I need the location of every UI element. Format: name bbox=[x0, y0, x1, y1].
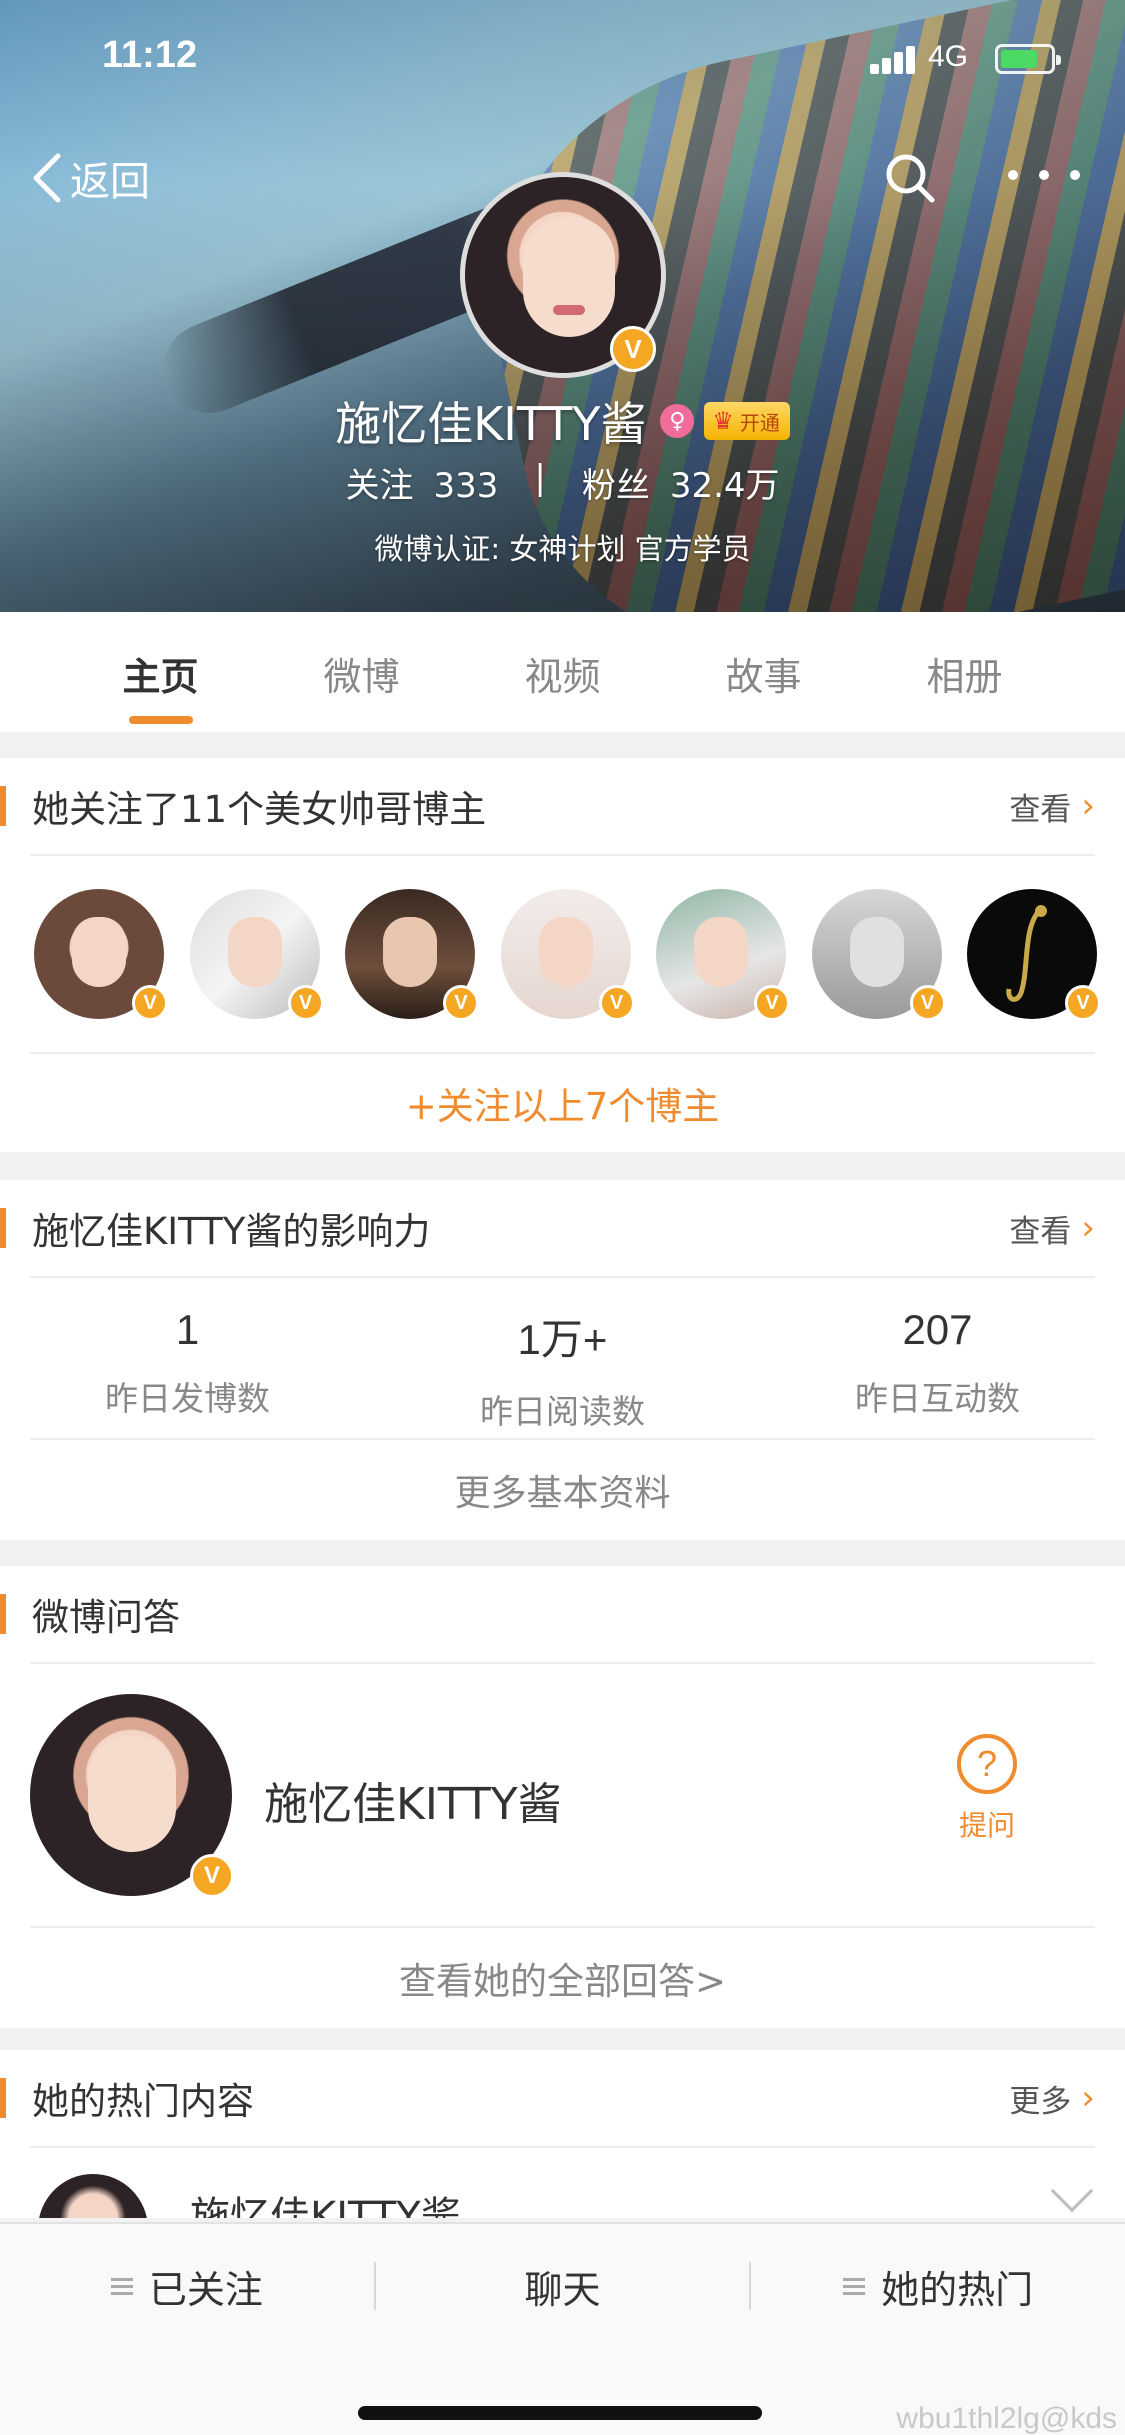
section-title: 她的热门内容 bbox=[32, 2080, 254, 2123]
follow-all-button[interactable]: +关注以上7个博主 bbox=[0, 1054, 1125, 1152]
signal-icon bbox=[870, 44, 920, 74]
qa-avatar[interactable]: ? V bbox=[30, 1694, 234, 1898]
fans-stat[interactable]: 粉丝 32.4万 bbox=[582, 458, 780, 507]
following-count: 333 bbox=[433, 466, 499, 506]
followed-avatar[interactable]: V bbox=[500, 889, 635, 1021]
stat-reads-yesterday: 1万+ 昨日阅读数 bbox=[375, 1278, 750, 1438]
more-hot-link[interactable]: 更多 › bbox=[1009, 2050, 1095, 2146]
stat-posts-yesterday: 1 昨日发博数 bbox=[0, 1278, 375, 1438]
verified-badge-icon: V bbox=[1065, 985, 1101, 1021]
followed-avatar[interactable]: V bbox=[189, 889, 324, 1021]
tab-video[interactable]: 视频 bbox=[462, 612, 663, 732]
stat-value: 1 bbox=[175, 1306, 200, 1353]
followed-avatar[interactable]: V bbox=[345, 889, 479, 1021]
followed-avatar[interactable]: V bbox=[34, 889, 168, 1021]
female-icon: ♀ bbox=[660, 404, 695, 438]
section-title: 她关注了11个美女帅哥博主 bbox=[32, 788, 487, 831]
search-button[interactable] bbox=[880, 148, 940, 208]
back-button[interactable]: 返回 bbox=[28, 146, 150, 210]
menu-icon bbox=[843, 2274, 866, 2299]
more-options-button[interactable] bbox=[1008, 160, 1080, 190]
hot-post-author: 施忆佳KITTY酱 bbox=[190, 2194, 461, 2218]
bottom-action-bar: 已关注 聊天 她的热门 wbu1thl2lg@kds bbox=[0, 2222, 1125, 2435]
verified-badge-icon: V bbox=[909, 985, 946, 1021]
chevron-right-icon: › bbox=[1081, 1208, 1095, 1248]
qa-card: 微博问答 ? V 施忆佳KITTY酱 ? 提问 查看她的全部回答> bbox=[0, 1566, 1125, 2028]
view-followed-link[interactable]: 查看 › bbox=[1009, 758, 1095, 854]
verified-badge-icon: V bbox=[287, 985, 324, 1021]
followed-bloggers-card: 她关注了11个美女帅哥博主 查看 › V V V V V V V +关注以上7个博… bbox=[0, 758, 1125, 1152]
verified-badge-icon: V bbox=[443, 985, 479, 1021]
stats-separator: | bbox=[534, 458, 546, 498]
influence-card: 施忆佳KITTY酱的影响力 查看 › 1 昨日发博数 1万+ 昨日阅读数 207 … bbox=[0, 1180, 1125, 1540]
tab-album[interactable]: 相册 bbox=[864, 612, 1065, 732]
chevron-right-icon: › bbox=[1081, 786, 1095, 826]
stat-value: 207 bbox=[902, 1306, 973, 1353]
stat-label: 昨日互动数 bbox=[855, 1379, 1020, 1418]
search-icon bbox=[886, 154, 935, 203]
section-title: 微博问答 bbox=[32, 1596, 180, 1639]
influence-stats: 1 昨日发博数 1万+ 昨日阅读数 207 昨日互动数 bbox=[0, 1278, 1125, 1438]
hot-post-preview[interactable]: 施忆佳KITTY酱 bbox=[0, 2148, 1125, 2218]
stat-value: 1万+ bbox=[517, 1316, 608, 1363]
tab-story[interactable]: 故事 bbox=[663, 612, 864, 732]
menu-icon bbox=[110, 2274, 133, 2299]
followed-avatars: V V V V V V V bbox=[0, 856, 1125, 1052]
battery-icon bbox=[995, 44, 1061, 74]
verified-badge-icon: V bbox=[754, 985, 790, 1021]
tab-weibo[interactable]: 微博 bbox=[261, 612, 462, 732]
followed-button[interactable]: 已关注 bbox=[0, 2259, 374, 2314]
view-all-answers-button[interactable]: 查看她的全部回答> bbox=[0, 1928, 1125, 2028]
her-hot-button[interactable]: 她的热门 bbox=[751, 2259, 1125, 2314]
more-basic-info-button[interactable]: 更多基本资料 bbox=[0, 1440, 1125, 1540]
fans-count: 32.4万 bbox=[669, 466, 780, 506]
chat-button[interactable]: 聊天 bbox=[376, 2259, 750, 2314]
status-time: 11:12 bbox=[102, 34, 198, 76]
verified-badge-icon: V bbox=[190, 1854, 234, 1898]
qa-profile-row: ? V 施忆佳KITTY酱 ? 提问 bbox=[0, 1664, 1125, 1926]
followed-avatar[interactable]: V bbox=[656, 889, 790, 1021]
ask-label: 提问 bbox=[958, 1809, 1015, 1842]
stat-interactions-yesterday: 207 昨日互动数 bbox=[750, 1278, 1125, 1438]
profile-name: 施忆佳KITTY酱 bbox=[335, 397, 647, 451]
followed-avatar[interactable]: V bbox=[811, 889, 946, 1021]
following-stat[interactable]: 关注 333 bbox=[345, 458, 498, 507]
verified-badge-icon: V bbox=[598, 985, 635, 1021]
profile-name-row: 施忆佳KITTY酱 ♀ ♛ 开通 bbox=[0, 388, 1125, 454]
question-mark-icon: ? bbox=[957, 1734, 1017, 1794]
stat-label: 昨日阅读数 bbox=[480, 1392, 645, 1431]
status-bar: 11:12 4G bbox=[0, 0, 1125, 120]
ask-question-button[interactable]: ? 提问 bbox=[944, 1734, 1030, 1844]
more-dot-icon bbox=[1008, 170, 1018, 180]
view-influence-link[interactable]: 查看 › bbox=[1009, 1180, 1095, 1276]
verification-text: 微博认证: 女神计划 官方学员 bbox=[374, 532, 751, 566]
chevron-right-icon: › bbox=[1081, 2078, 1095, 2118]
stat-label: 昨日发博数 bbox=[105, 1379, 270, 1418]
vip-open-badge[interactable]: ♛ 开通 bbox=[704, 402, 790, 440]
network-label: 4G bbox=[928, 40, 969, 73]
follow-stats: 关注 333 | 粉丝 32.4万 bbox=[0, 458, 1125, 507]
tab-home[interactable]: 主页 bbox=[60, 612, 261, 732]
hot-content-card: 她的热门内容 更多 › 施忆佳KITTY酱 bbox=[0, 2050, 1125, 2218]
tab-bar: 主页 微博 视频 故事 相册 bbox=[60, 612, 1065, 732]
back-label: 返回 bbox=[70, 159, 150, 205]
vip-label: 开通 bbox=[739, 410, 780, 435]
chevron-left-icon bbox=[33, 153, 61, 203]
chevron-down-icon[interactable] bbox=[1050, 2169, 1094, 2213]
hot-post-avatar bbox=[38, 2174, 148, 2218]
crown-icon: ♛ bbox=[712, 407, 734, 435]
followed-avatar[interactable]: V bbox=[967, 889, 1101, 1021]
qa-name: 施忆佳KITTY酱 bbox=[264, 1779, 562, 1830]
verified-badge-icon: V bbox=[610, 326, 656, 372]
home-indicator[interactable] bbox=[358, 2406, 762, 2420]
verified-badge-icon: V bbox=[132, 985, 168, 1021]
watermark: wbu1thl2lg@kds bbox=[896, 2402, 1117, 2435]
section-title: 施忆佳KITTY酱的影响力 bbox=[32, 1210, 431, 1253]
